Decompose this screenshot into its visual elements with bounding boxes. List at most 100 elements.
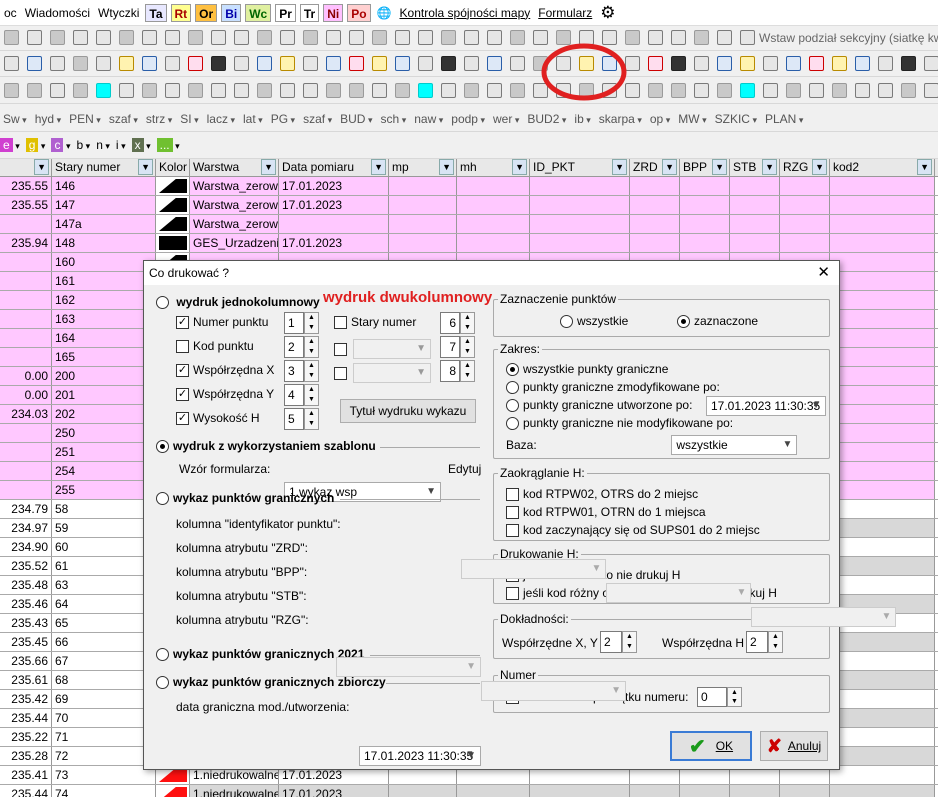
toolbar-tool-icon[interactable]: [96, 83, 111, 98]
table-cell[interactable]: [830, 367, 935, 385]
table-cell[interactable]: [680, 177, 730, 195]
toolbar-tool-icon[interactable]: [441, 83, 456, 98]
toolbar-tool-icon[interactable]: [418, 56, 433, 71]
toolbar-tool-icon[interactable]: [832, 56, 847, 71]
cell-height[interactable]: 235.22: [0, 728, 52, 746]
toolbar-tool-icon[interactable]: [50, 56, 65, 71]
checkbox-4[interactable]: ✓: [176, 387, 189, 401]
menu-tag-pr[interactable]: Pr: [275, 3, 296, 22]
toolbar-layer-dropdown[interactable]: MW ▾: [678, 112, 706, 126]
toolbar-layer-dropdown[interactable]: op ▾: [650, 112, 670, 126]
cell-number[interactable]: 65: [52, 614, 156, 632]
table-header-cell[interactable]: ID_PKT ▼: [530, 159, 630, 176]
table-row[interactable]: 235.94148 GES_Urzadzenie117.01.2023: [0, 234, 938, 253]
toolbar-tool-icon[interactable]: [211, 30, 226, 45]
checkbox-zaokr[interactable]: [506, 523, 519, 537]
toolbar-tool-icon[interactable]: [809, 83, 824, 98]
table-row[interactable]: 235.44 74 1.niedrukowalne 17.01.2023: [0, 785, 938, 797]
cell-height[interactable]: 235.42: [0, 690, 52, 708]
table-cell[interactable]: [830, 766, 935, 784]
radio-template[interactable]: [156, 439, 169, 453]
toolbar-tool-icon[interactable]: [763, 56, 778, 71]
toolbar-filter-dropdown[interactable]: e ▾: [0, 138, 20, 152]
opt1-field-order-stepper[interactable]: 4 ▲ ▼: [284, 384, 319, 406]
toolbar-tool-icon[interactable]: [96, 30, 111, 45]
cell-number[interactable]: 163: [52, 310, 156, 328]
toolbar-tool-icon[interactable]: [257, 56, 272, 71]
menu-tag-ni[interactable]: Ni: [323, 3, 344, 22]
table-cell[interactable]: [830, 576, 935, 594]
radio-zakres[interactable]: [506, 362, 519, 376]
table-cell[interactable]: [830, 348, 935, 366]
toolbar-tool-icon[interactable]: [4, 83, 19, 98]
toolbar-tool-icon[interactable]: [924, 83, 938, 98]
cell-height[interactable]: 235.48: [0, 576, 52, 594]
toolbar-tool-icon[interactable]: [901, 83, 916, 98]
toolbar-layer-dropdown[interactable]: lat ▾: [243, 112, 263, 126]
cell-height[interactable]: 235.41: [0, 766, 52, 784]
toolbar-tool-icon[interactable]: [73, 30, 88, 45]
toolbar-layer-dropdown[interactable]: ib ▾: [574, 112, 590, 126]
cell-number[interactable]: 255: [52, 481, 156, 499]
checkbox-druk[interactable]: [506, 586, 519, 600]
table-cell[interactable]: [830, 671, 935, 689]
toolbar-layer-dropdown[interactable]: PEN ▾: [69, 112, 101, 126]
zazn-sel-radio[interactable]: zaznaczone: [677, 314, 758, 328]
toolbar-tool-icon[interactable]: [349, 30, 364, 45]
opt1-field-order-value[interactable]: 1: [284, 312, 304, 334]
toolbar-tool-icon[interactable]: [694, 56, 709, 71]
table-cell[interactable]: [830, 481, 935, 499]
toolbar-tool-icon[interactable]: [142, 83, 157, 98]
table-cell[interactable]: [830, 310, 935, 328]
table-cell[interactable]: [780, 234, 830, 252]
table-cell[interactable]: [680, 234, 730, 252]
toolbar-layer-dropdown[interactable]: szaf ▾: [109, 112, 138, 126]
table-header-cell[interactable]: Stary numer ▼: [52, 159, 156, 176]
toolbar-tool-icon[interactable]: [648, 83, 663, 98]
toolbar-tool-icon[interactable]: [395, 83, 410, 98]
table-cell[interactable]: [830, 234, 935, 252]
table-cell[interactable]: [780, 177, 830, 195]
table-cell[interactable]: [630, 215, 680, 233]
checkbox-2[interactable]: [176, 339, 189, 353]
toolbar-tool-icon[interactable]: [211, 56, 226, 71]
zaokr-item-checkbox[interactable]: kod RTPW02, OTRS do 2 miejsc: [506, 487, 698, 501]
table-row[interactable]: 235.55 147 Warstwa_zerowa 17.01.2023: [0, 196, 938, 215]
zakres-option-radio[interactable]: wszystkie punkty graniczne: [506, 362, 668, 376]
radio-zakres[interactable]: [506, 416, 519, 430]
opt1-field-order-value[interactable]: 3: [284, 360, 304, 382]
table-cell[interactable]: [780, 196, 830, 214]
toolbar-tool-icon[interactable]: [648, 30, 663, 45]
table-cell[interactable]: [389, 177, 457, 195]
table-cell[interactable]: [530, 234, 630, 252]
cell-date[interactable]: 17.01.2023: [279, 785, 389, 797]
cell-number[interactable]: 58: [52, 500, 156, 518]
cell-number[interactable]: 69: [52, 690, 156, 708]
table-cell[interactable]: [156, 215, 190, 233]
radio-boundary[interactable]: [156, 491, 169, 505]
cell-height[interactable]: 235.94: [0, 234, 52, 252]
toolbar-tool-icon[interactable]: [671, 56, 686, 71]
cell-number[interactable]: 59: [52, 519, 156, 537]
toolbar-tool-icon[interactable]: [27, 56, 42, 71]
cell-number[interactable]: 146: [52, 177, 156, 195]
radio-single-column[interactable]: [156, 296, 169, 310]
toolbar-tool-icon[interactable]: [855, 83, 870, 98]
stepper-arrows-icon[interactable]: ▲ ▼: [304, 336, 319, 358]
cell-height[interactable]: 0.00: [0, 386, 52, 404]
opt-boundary-2021-radio[interactable]: wykaz punktów granicznych 2021: [156, 647, 364, 661]
cell-layer[interactable]: Warstwa_zerowa: [190, 177, 279, 195]
cell-height[interactable]: 235.46: [0, 595, 52, 613]
table-cell[interactable]: [457, 196, 530, 214]
opt1-extra-order-value[interactable]: 8: [440, 360, 460, 382]
toolbar-tool-icon[interactable]: [464, 30, 479, 45]
toolbar-tool-icon[interactable]: [786, 83, 801, 98]
toolbar-tool-icon[interactable]: [234, 30, 249, 45]
table-header-cell[interactable]: Data pomiaru ▼: [279, 159, 389, 176]
cell-number[interactable]: 200: [52, 367, 156, 385]
toolbar-tool-icon[interactable]: [280, 56, 295, 71]
toolbar-tool-icon[interactable]: [740, 83, 755, 98]
table-cell[interactable]: [156, 196, 190, 214]
stepper-arrows-icon[interactable]: ▲ ▼: [460, 312, 475, 334]
table-cell[interactable]: [457, 234, 530, 252]
